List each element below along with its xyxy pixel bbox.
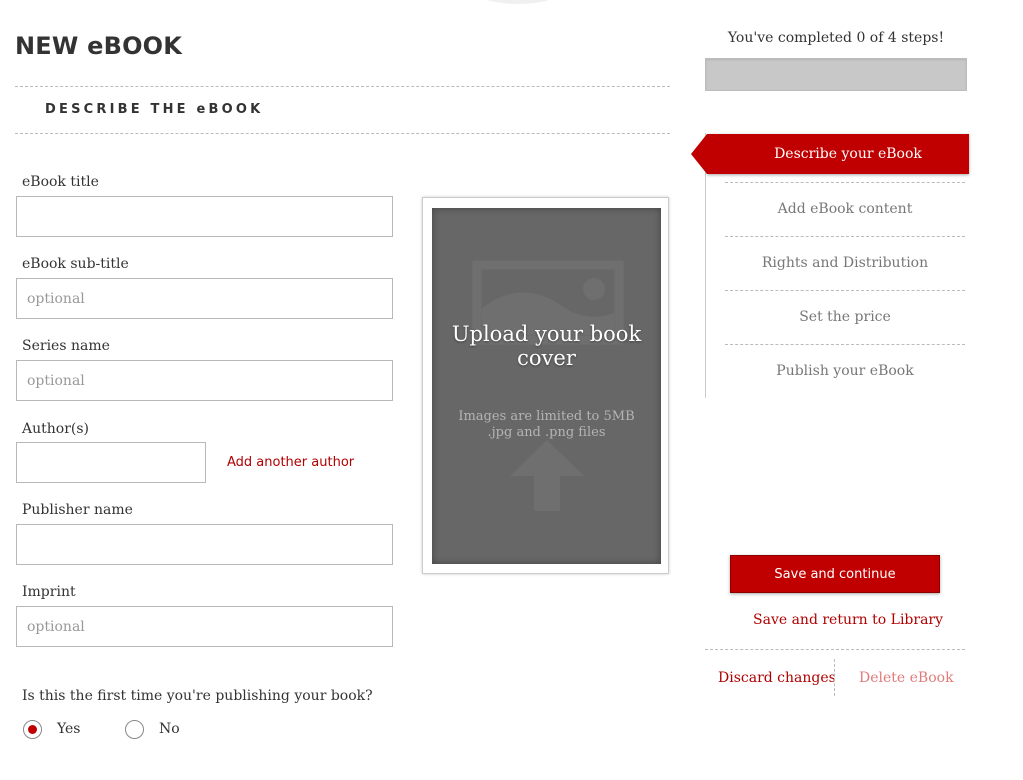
section-heading: DESCRIBE THE eBOOK [45,102,264,117]
imprint-label: Imprint [22,584,76,600]
actions-divider [705,649,965,650]
imprint-input[interactable] [16,606,393,647]
authors-label: Author(s) [22,421,89,437]
author-input[interactable] [16,442,206,483]
publisher-name-label: Publisher name [22,502,133,518]
step-add-content[interactable]: Add eBook content [725,182,965,236]
cover-upload-area[interactable]: Upload your book cover Images are limite… [422,197,669,574]
step-set-price[interactable]: Set the price [725,290,965,344]
upload-note-types: .jpg and .png files [487,425,606,440]
ebook-title-input[interactable] [16,196,393,237]
save-return-library-link[interactable]: Save and return to Library [753,612,943,628]
no-radio[interactable] [125,720,144,739]
progress-bar [705,58,967,91]
yes-radio-label: Yes [57,721,81,737]
divider [15,133,670,134]
save-continue-button[interactable]: Save and continue [730,555,940,593]
no-radio-label: No [159,721,180,737]
image-placeholder-icon [472,260,624,511]
series-name-label: Series name [22,338,110,354]
ebook-subtitle-input[interactable] [16,278,393,319]
step-describe-ebook[interactable]: Describe your eBook [691,134,969,174]
first-time-question: Is this the first time you're publishing… [22,688,373,704]
step-publish[interactable]: Publish your eBook [725,344,965,398]
discard-changes-link[interactable]: Discard changes [718,670,836,686]
upload-note-size: Images are limited to 5MB [458,409,635,424]
cover-upload-panel: Upload your book cover Images are limite… [432,208,661,564]
top-decoration [478,0,558,4]
page-title: NEW eBOOK [15,32,183,60]
series-name-input[interactable] [16,360,393,401]
ebook-subtitle-label: eBook sub-title [22,256,129,272]
upload-cover-note: Images are limited to 5MB .jpg and .png … [432,409,661,441]
add-author-link[interactable]: Add another author [227,455,354,470]
upload-arrow-icon [510,440,584,511]
divider [15,86,670,87]
progress-text: You've completed 0 of 4 steps! [727,30,945,46]
step-rights-distribution[interactable]: Rights and Distribution [725,236,965,290]
actions-vertical-divider [834,659,835,696]
publisher-name-input[interactable] [16,524,393,565]
ebook-title-label: eBook title [22,174,99,190]
delete-ebook-link[interactable]: Delete eBook [859,670,954,686]
upload-cover-title: Upload your book cover [451,322,642,370]
yes-radio[interactable] [23,720,42,739]
